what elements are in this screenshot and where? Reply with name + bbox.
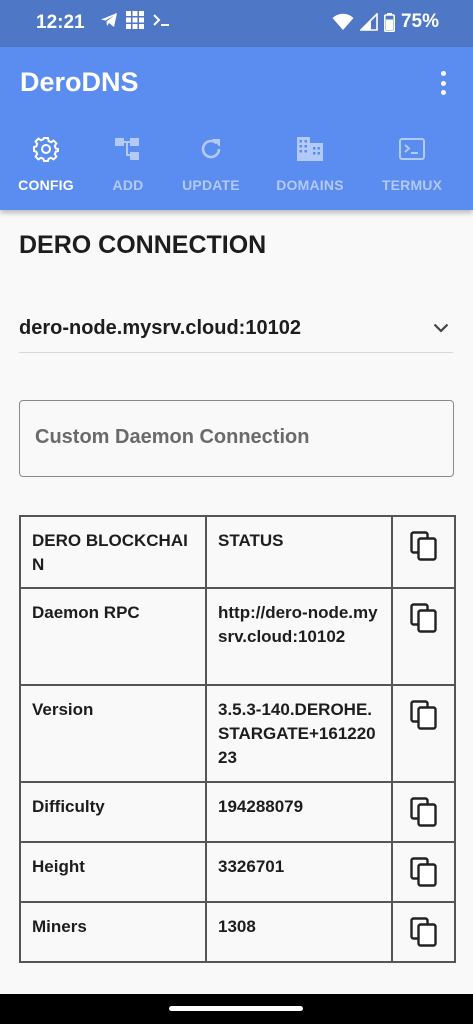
row-label: Miners — [19, 901, 207, 963]
system-nav-bar — [0, 994, 473, 1024]
tab-domains[interactable]: DOMAINS — [274, 127, 346, 210]
row-label: Version — [19, 684, 207, 783]
chevron-down-icon — [433, 323, 449, 333]
copy-icon[interactable] — [409, 531, 438, 561]
wifi-icon — [332, 13, 354, 30]
copy-icon[interactable] — [409, 797, 438, 827]
row-value: http://dero-node.mysrv.cloud:10102 — [205, 587, 393, 686]
copy-icon[interactable] — [409, 700, 438, 730]
home-gesture-handle[interactable] — [169, 1006, 303, 1011]
tab-config[interactable]: CONFIG — [15, 127, 77, 210]
header-cell: STATUS — [205, 515, 393, 589]
row-value: 3326701 — [205, 841, 393, 903]
row-value: 194288079 — [205, 781, 393, 843]
tab-config-label: CONFIG — [18, 177, 74, 193]
table-row: Difficulty 194288079 — [19, 781, 456, 843]
row-value: 3.5.3-140.DEROHE.STARGATE+16122023 — [205, 684, 393, 783]
row-label: Daemon RPC — [19, 587, 207, 686]
hierarchy-icon — [115, 138, 139, 160]
battery-icon — [383, 12, 395, 32]
grid-icon — [126, 11, 144, 29]
tab-add-label: ADD — [112, 177, 144, 193]
table-row: Version 3.5.3-140.DEROHE.STARGATE+161220… — [19, 684, 456, 783]
table-row: Daemon RPC http://dero-node.mysrv.cloud:… — [19, 587, 456, 686]
signal-icon — [359, 13, 378, 31]
overflow-menu-icon[interactable] — [432, 69, 454, 97]
tab-add[interactable]: ADD — [104, 127, 152, 210]
tab-termux-label: TERMUX — [381, 177, 443, 193]
header-cell: DERO BLOCKCHAIN — [19, 515, 207, 589]
custom-daemon-input[interactable]: Custom Daemon Connection — [19, 400, 454, 477]
tab-update-label: UPDATE — [182, 177, 240, 193]
row-label: Height — [19, 841, 207, 903]
copy-icon[interactable] — [409, 917, 438, 947]
building-icon — [297, 137, 323, 161]
app-bar: DeroDNS CONFIG ADD UPDATE DOMAINS TERMUX — [0, 47, 473, 210]
section-title: DERO CONNECTION — [19, 231, 267, 259]
terminal-icon — [399, 138, 425, 160]
app-title: DeroDNS — [20, 67, 139, 97]
copy-icon[interactable] — [409, 603, 438, 633]
row-value: 1308 — [205, 901, 393, 963]
refresh-icon — [201, 139, 221, 159]
battery-percent: 75% — [400, 11, 439, 32]
status-bar: 12:21 75% — [0, 0, 473, 47]
custom-daemon-placeholder: Custom Daemon Connection — [35, 426, 310, 448]
row-label: Difficulty — [19, 781, 207, 843]
node-dropdown[interactable]: dero-node.mysrv.cloud:10102 — [19, 305, 453, 353]
table-row: Height 3326701 — [19, 841, 456, 903]
gear-icon — [33, 137, 59, 162]
system-status: 75% — [332, 11, 439, 33]
terminal-prompt-icon — [153, 14, 169, 26]
tab-update[interactable]: UPDATE — [178, 127, 244, 210]
blockchain-status-table: DERO BLOCKCHAIN STATUS Daemon RPC http:/… — [19, 515, 456, 963]
table-row: Miners 1308 — [19, 901, 456, 963]
tab-termux[interactable]: TERMUX — [380, 127, 444, 210]
node-dropdown-value: dero-node.mysrv.cloud:10102 — [19, 317, 301, 339]
telegram-icon — [101, 13, 117, 27]
table-header-row: DERO BLOCKCHAIN STATUS — [19, 515, 456, 589]
tab-domains-label: DOMAINS — [276, 177, 344, 193]
notification-icons — [100, 11, 172, 29]
copy-icon[interactable] — [409, 857, 438, 887]
status-time: 12:21 — [36, 12, 85, 33]
tab-bar: CONFIG ADD UPDATE DOMAINS TERMUX — [0, 127, 473, 210]
